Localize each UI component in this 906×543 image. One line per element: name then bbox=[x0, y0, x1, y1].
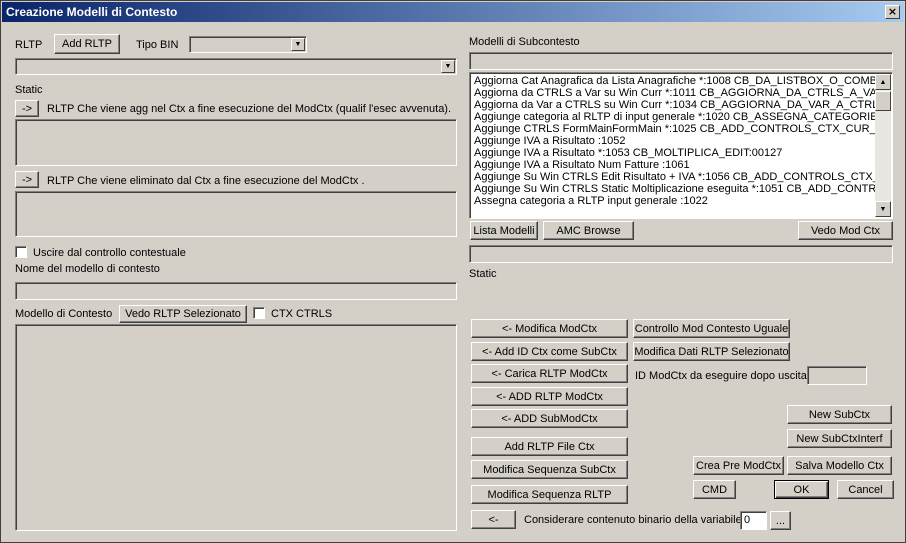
static-label-right: Static bbox=[469, 268, 497, 280]
subcontesto-list[interactable]: Aggiorna Cat Anagrafica da Lista Anagraf… bbox=[472, 75, 875, 216]
list-item[interactable]: Aggiunge IVA a Risultato *:1053 CB_MOLTI… bbox=[472, 147, 875, 159]
binario-value-field[interactable]: 0 bbox=[740, 511, 767, 530]
controllo-mod-button[interactable]: Controllo Mod Contesto Uguale bbox=[633, 319, 790, 338]
nome-modello-field[interactable] bbox=[15, 282, 457, 300]
tipo-bin-label: Tipo BIN bbox=[136, 39, 179, 51]
list-item[interactable]: Aggiunge CTRLS FormMainFormMain *:1025 C… bbox=[472, 123, 875, 135]
chevron-down-icon[interactable]: ▼ bbox=[441, 60, 455, 73]
list-item[interactable]: Aggiorna da CTRLS a Var su Win Curr *:10… bbox=[472, 87, 875, 99]
static-label: Static bbox=[15, 84, 43, 96]
binario-label: Considerare contenuto binario della vari… bbox=[524, 514, 742, 526]
nome-modello-label: Nome del modello di contesto bbox=[15, 263, 160, 275]
new-subctx-button[interactable]: New SubCtx bbox=[787, 405, 892, 424]
subcontesto-static-field[interactable] bbox=[469, 245, 893, 263]
scroll-up-icon[interactable]: ▲ bbox=[875, 74, 891, 90]
ok-button[interactable]: OK bbox=[774, 480, 829, 499]
elim-arrow-button[interactable]: -> bbox=[15, 171, 39, 188]
modifica-seq-subctx-button[interactable]: Modifica Sequenza SubCtx bbox=[471, 460, 628, 479]
add-rltp-button[interactable]: Add RLTP bbox=[54, 34, 120, 54]
window-title: Creazione Modelli di Contesto bbox=[6, 5, 178, 19]
ellipsis-button[interactable]: ... bbox=[770, 511, 791, 530]
add-id-ctx-button[interactable]: <- Add ID Ctx come SubCtx bbox=[471, 342, 628, 361]
list-item[interactable]: Aggiorna Cat Anagrafica da Lista Anagraf… bbox=[472, 75, 875, 87]
add-submodctx-button[interactable]: <- ADD SubModCtx bbox=[471, 409, 628, 428]
add-rltp-file-button[interactable]: Add RLTP File Ctx bbox=[471, 437, 628, 456]
list-item[interactable]: Assegna categoria a RLTP input generale … bbox=[472, 195, 875, 207]
carica-rltp-button[interactable]: <- Carica RLTP ModCtx bbox=[471, 364, 628, 383]
new-subctx-interf-button[interactable]: New SubCtxInterf bbox=[787, 429, 892, 448]
cancel-button[interactable]: Cancel bbox=[837, 480, 894, 499]
list-item[interactable]: Aggiunge IVA a Risultato Num Fatture :10… bbox=[472, 159, 875, 171]
elim-description-label: RLTP Che viene eliminato dal Ctx a fine … bbox=[47, 175, 365, 187]
subcontesto-listbox[interactable]: Aggiorna Cat Anagrafica da Lista Anagraf… bbox=[469, 72, 893, 219]
list-item[interactable]: Aggiunge Su Win CTRLS Static Moltiplicaz… bbox=[472, 183, 875, 195]
agg-arrow-button[interactable]: -> bbox=[15, 100, 39, 117]
uscire-checkbox-label: Uscire dal controllo contestuale bbox=[33, 247, 186, 259]
elim-rltp-box[interactable] bbox=[15, 191, 457, 237]
list-item[interactable]: Aggiunge categoria al RLTP di input gene… bbox=[472, 111, 875, 123]
rltp-label: RLTP bbox=[15, 39, 43, 51]
id-modctx-field[interactable] bbox=[807, 366, 867, 385]
salva-modello-ctx-button[interactable]: Salva Modello Ctx bbox=[787, 456, 892, 475]
subcontesto-field[interactable] bbox=[469, 52, 893, 70]
subcontesto-label: Modelli di Subcontesto bbox=[469, 36, 580, 48]
modifica-dati-rltp-button[interactable]: Modifica Dati RLTP Selezionato bbox=[633, 342, 790, 361]
vedo-mod-ctx-button[interactable]: Vedo Mod Ctx bbox=[798, 221, 893, 240]
title-bar[interactable]: Creazione Modelli di Contesto × bbox=[2, 2, 904, 22]
agg-description-label: RLTP Che viene agg nel Ctx a fine esecuz… bbox=[47, 103, 452, 115]
lista-modelli-button[interactable]: Lista Modelli bbox=[470, 221, 538, 240]
amc-browse-button[interactable]: AMC Browse bbox=[543, 221, 634, 240]
tipo-bin-combo[interactable]: ▼ bbox=[189, 36, 307, 53]
rltp-combo[interactable]: ▼ bbox=[15, 58, 457, 75]
crea-pre-modctx-button[interactable]: Crea Pre ModCtx bbox=[693, 456, 784, 475]
agg-rltp-box[interactable] bbox=[15, 119, 457, 166]
uscire-checkbox[interactable] bbox=[15, 246, 27, 258]
ctx-ctrls-checkbox[interactable] bbox=[253, 307, 265, 319]
scroll-down-icon[interactable]: ▼ bbox=[875, 201, 891, 217]
list-item[interactable]: Aggiunge Su Win CTRLS Edit Risultato + I… bbox=[472, 171, 875, 183]
scroll-thumb[interactable] bbox=[875, 91, 891, 111]
back-arrow-button[interactable]: <- bbox=[471, 510, 516, 529]
modello-contesto-label: Modello di Contesto bbox=[15, 308, 113, 320]
list-item[interactable]: Aggiorna da Var a CTRLS su Win Curr *:10… bbox=[472, 99, 875, 111]
modello-contesto-box[interactable] bbox=[15, 324, 457, 531]
vedo-rltp-selezionato-button[interactable]: Vedo RLTP Selezionato bbox=[119, 305, 247, 323]
ctx-ctrls-label: CTX CTRLS bbox=[271, 308, 333, 320]
main-window: Creazione Modelli di Contesto × RLTP Add… bbox=[0, 0, 906, 543]
modifica-modctx-button[interactable]: <- Modifica ModCtx bbox=[471, 319, 628, 338]
vertical-scrollbar[interactable]: ▲ ▼ bbox=[875, 74, 891, 217]
add-rltp-modctx-button[interactable]: <- ADD RLTP ModCtx bbox=[471, 387, 628, 406]
id-modctx-label: ID ModCtx da eseguire dopo uscita bbox=[635, 370, 807, 382]
list-item[interactable]: Aggiunge IVA a Risultato :1052 bbox=[472, 135, 875, 147]
close-button[interactable]: × bbox=[885, 5, 900, 19]
cmd-button[interactable]: CMD bbox=[693, 480, 736, 499]
chevron-down-icon[interactable]: ▼ bbox=[291, 38, 305, 51]
modifica-seq-rltp-button[interactable]: Modifica Sequenza RLTP bbox=[471, 485, 628, 504]
